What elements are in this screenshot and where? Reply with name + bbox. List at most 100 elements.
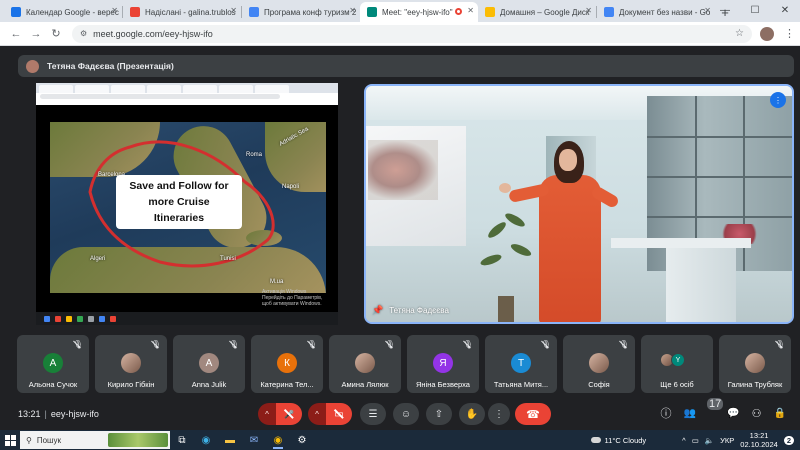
camera-toggle-button[interactable]: ▭ — [326, 403, 352, 425]
emoji-button[interactable]: ☺ — [393, 403, 419, 425]
mic-off-icon: 🎙 — [72, 340, 83, 349]
participant-tile[interactable]: 🎙 Амина Лялюк — [329, 335, 401, 393]
edge-icon[interactable]: ◉ — [194, 430, 218, 450]
browser-tab-gmail-sent[interactable]: Надіслані - galina.trublos ✕ — [123, 2, 241, 22]
profile-avatar[interactable] — [760, 26, 774, 41]
browser-tab-strip: Календар Google - верес ✕ Надіслані - ga… — [0, 0, 800, 22]
audio-settings-caret[interactable]: ^ — [258, 403, 276, 425]
participant-photo — [121, 353, 141, 373]
close-tab-icon[interactable]: ✕ — [585, 6, 592, 15]
shared-screen[interactable]: Barcelona Roma Napoli Adriatic Sea Alger… — [36, 83, 338, 325]
browser-tab-program-doc[interactable]: Програма конф туризм 2 ✕ — [242, 2, 360, 22]
map-label: Napoli — [282, 184, 300, 190]
mic-off-icon: 🎙 — [618, 340, 629, 349]
captions-button[interactable]: ☰ — [360, 403, 386, 425]
weather-text: 11°C Cloudy — [604, 435, 647, 445]
file-explorer-icon[interactable]: ▬ — [218, 430, 242, 450]
clock[interactable]: 13:21 02.10.2024 — [740, 431, 778, 449]
activities-icon[interactable]: ⚇ — [752, 407, 762, 420]
speaker-name-label: 📌 Тетяна Фадєєва — [372, 305, 449, 316]
site-info-icon[interactable]: ⚙ — [80, 29, 87, 38]
close-tab-icon[interactable]: ✕ — [111, 6, 118, 15]
forward-button[interactable]: → — [26, 28, 46, 40]
cloud-icon — [590, 437, 601, 443]
tab-label: Програма конф туризм 2 — [264, 7, 357, 17]
start-button[interactable] — [0, 430, 20, 450]
camera-off-icon: ▭ — [334, 408, 344, 420]
participant-avatar: А — [43, 353, 63, 373]
meet-icon — [367, 7, 377, 17]
participant-tile[interactable]: 🎙 Я Яніна Безверха — [407, 335, 479, 393]
close-tab-icon[interactable]: ✕ — [467, 6, 474, 15]
task-view-icon[interactable]: ⧉ — [170, 430, 194, 450]
browser-tab-drive[interactable]: Домашня – Google Диск ✕ — [478, 2, 596, 22]
settings-icon[interactable]: ⚙ — [290, 430, 314, 450]
participant-tile[interactable]: 🎙 Галина Трубляк — [719, 335, 791, 393]
language-indicator[interactable]: УКР — [720, 436, 734, 445]
participant-name: Татьяна Митя... — [493, 380, 549, 389]
presenter-avatar — [26, 59, 39, 73]
leave-call-button[interactable]: ☎ — [515, 403, 551, 425]
participant-tile[interactable]: 🎙 Софія — [563, 335, 635, 393]
address-bar[interactable]: ⚙ meet.google.com/eey-hjsw-ifo ☆ — [72, 24, 752, 43]
close-tab-icon[interactable]: ✕ — [230, 6, 237, 15]
back-button[interactable]: ← — [6, 28, 26, 40]
notifications-badge[interactable]: 2 — [783, 435, 794, 445]
minimize-button[interactable]: — — [710, 0, 740, 22]
grouped-avatars: Y — [660, 353, 685, 367]
mic-toggle-button[interactable]: 🎤 — [276, 403, 302, 425]
clock-date: 02.10.2024 — [740, 440, 778, 449]
taskbar-search[interactable]: ⚲ Пошук — [20, 431, 170, 449]
participant-count-badge: 17 — [706, 398, 724, 410]
map-label: Roma — [246, 152, 263, 158]
pin-icon[interactable]: 📌 — [372, 305, 383, 316]
participant-strip: 🎙 А Альона Сучок 🎙 Кирило Гібкін 🎙 A Ann… — [17, 335, 793, 393]
participant-tile[interactable]: 🎙 Кирило Гібкін — [95, 335, 167, 393]
participant-avatar: Y — [671, 353, 685, 367]
volume-icon[interactable]: 🔈 — [705, 436, 714, 445]
camera-control: ^ ▭ — [308, 403, 352, 425]
browser-tab-calendar[interactable]: Календар Google - верес ✕ — [4, 2, 122, 22]
chevron-up-icon[interactable]: ^ — [682, 436, 686, 445]
meeting-time: 13:21 — [18, 409, 41, 419]
browser-toolbar: ← → ↻ ⚙ meet.google.com/eey-hjsw-ifo ☆ ⋮ — [0, 22, 800, 46]
meeting-info: 13:21 | eey-hjsw-ifo — [18, 409, 99, 419]
more-participants-tile[interactable]: Y Ще 6 осіб — [641, 335, 713, 393]
browser-menu-icon[interactable]: ⋮ — [784, 27, 795, 40]
raise-hand-button[interactable]: ✋ — [459, 403, 485, 425]
shared-browser-tabs — [36, 83, 338, 93]
more-options-button[interactable]: ⋮ — [488, 403, 510, 425]
search-placeholder: Пошук — [36, 435, 61, 445]
participant-tile[interactable]: 🎙 Т Татьяна Митя... — [485, 335, 557, 393]
maximize-button[interactable]: ☐ — [740, 0, 770, 22]
participant-tile[interactable]: 🎙 К Катерина Тел... — [251, 335, 323, 393]
docs-icon — [249, 7, 259, 17]
meeting-details-icon[interactable]: ⓘ — [660, 405, 671, 421]
present-button[interactable]: ⇧ — [426, 403, 452, 425]
close-tab-icon[interactable]: ✕ — [349, 6, 356, 15]
presentation-header: Тетяна Фадєєва (Презентація) — [18, 55, 794, 77]
reload-button[interactable]: ↻ — [46, 27, 66, 40]
bookmark-star-icon[interactable]: ☆ — [735, 28, 744, 39]
map-label: Tunisi — [220, 256, 236, 262]
participant-tile[interactable]: 🎙 А Альона Сучок — [17, 335, 89, 393]
tab-label: Календар Google - верес — [26, 7, 119, 17]
chat-icon[interactable]: 💬 — [727, 408, 739, 419]
people-button[interactable]: 👥 17 — [683, 398, 724, 419]
system-tray: 11°C Cloudy ^ ▭ 🔈 УКР 13:21 02.10.2024 2 — [590, 431, 800, 449]
mic-off-icon: 🎙 — [228, 340, 239, 349]
speaking-indicator-icon: ⋮ — [770, 92, 786, 108]
host-controls-icon[interactable]: 🔒 — [774, 408, 786, 419]
close-window-button[interactable]: ✕ — [770, 0, 800, 22]
participant-tile[interactable]: 🎙 A Anna Julik — [173, 335, 245, 393]
chrome-icon[interactable]: ◉ — [266, 430, 290, 450]
mail-icon[interactable]: ✉ — [242, 430, 266, 450]
presenter-label: Тетяна Фадєєва (Презентація) — [47, 61, 174, 71]
speaker-video-tile[interactable]: ⋮ 📌 Тетяна Фадєєва — [364, 84, 794, 324]
browser-tab-untitled-doc[interactable]: Документ без назви - Go ✕ — [597, 2, 715, 22]
network-icon[interactable]: ▭ — [692, 436, 699, 445]
clock-time: 13:21 — [749, 431, 769, 440]
video-settings-caret[interactable]: ^ — [308, 403, 326, 425]
weather-widget[interactable]: 11°C Cloudy — [590, 435, 647, 445]
browser-tab-meet[interactable]: Meet: "eey-hjsw-ifo" ✕ — [360, 2, 478, 22]
